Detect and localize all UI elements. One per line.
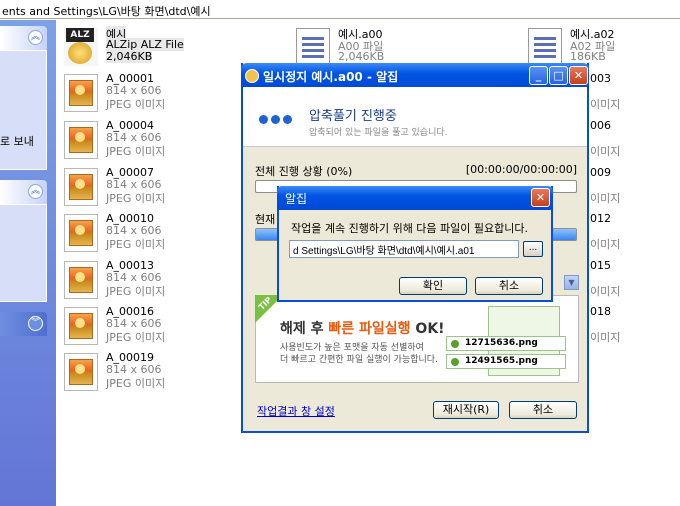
restart-button[interactable]: 재시작(R) — [433, 401, 499, 419]
file-type: JPEG 이미지 — [106, 192, 166, 205]
file-size: 2,046KB — [106, 50, 153, 63]
task-pane-header-3[interactable]: ︾ — [0, 312, 47, 336]
file-name-partial: 006 — [590, 119, 611, 132]
minimize-button[interactable]: _ — [529, 66, 548, 85]
alzip-icon: ALZ — [64, 28, 98, 66]
document-icon — [296, 28, 330, 66]
jpeg-icon — [64, 168, 98, 206]
file-type: JPEG 이미지 — [106, 145, 166, 158]
jpeg-icon — [64, 121, 98, 159]
send-to-text[interactable]: 로 보내 — [0, 133, 34, 149]
subdialog-titlebar[interactable]: 알집 ✕ — [277, 186, 553, 210]
dialog-titlebar[interactable]: 일시정지 예시.a00 - 알집 _ □ ✕ — [241, 63, 589, 89]
file-type: JPEG 이미지 — [106, 331, 166, 344]
file-size: 186KB — [570, 50, 606, 63]
progress-dots-icon — [259, 114, 295, 127]
dropdown-arrow-icon[interactable]: ▼ — [564, 275, 579, 290]
file-item[interactable]: ALZ 예시 ALZip ALZ File 2,046KB — [64, 26, 244, 72]
file-name-partial: 018 — [590, 305, 611, 318]
jpeg-icon — [64, 74, 98, 112]
task-pane-header-2[interactable]: ︽ — [0, 180, 47, 204]
tip-title: 해제 후 빠른 파일실행 OK! — [280, 321, 445, 337]
tip-file-2: 12491565.png — [446, 354, 566, 369]
subdialog-title: 알집 — [285, 192, 308, 206]
close-button[interactable]: ✕ — [569, 66, 588, 85]
jpeg-icon — [64, 261, 98, 299]
file-type-partial: 이미지 — [590, 192, 621, 205]
overall-progress-label: 전체 진행 상황 (0%) — [255, 165, 353, 178]
cancel-button[interactable]: 취소 — [509, 401, 577, 419]
elapsed-time: [00:00:00/00:00:00] — [465, 163, 577, 176]
browse-button[interactable]: ... — [523, 241, 543, 257]
file-item[interactable]: A_00001 814 x 606 JPEG 이미지 — [64, 72, 244, 118]
tip-line-2: 더 빠르고 간편한 파일 실행이 가능합니다. — [280, 355, 438, 365]
chevron-down-icon[interactable]: ︾ — [28, 316, 43, 331]
file-type: JPEG 이미지 — [106, 377, 166, 390]
file-name-partial: 003 — [590, 72, 611, 85]
alzip-app-icon — [245, 69, 259, 83]
file-type-partial: 이미지 — [590, 285, 621, 298]
file-type-partial: 이미지 — [590, 238, 621, 251]
task-pane-header-1[interactable]: ︽ — [0, 26, 47, 50]
dialog-header-subtitle: 압축되어 있는 파일을 풀고 있습니다. — [309, 128, 448, 138]
file-required-dialog: 알집 ✕ 작업을 계속 진행하기 위해 다음 파일이 필요합니다. ... 확인… — [277, 186, 553, 302]
file-type: JPEG 이미지 — [106, 98, 166, 111]
result-window-settings-link[interactable]: 작업결과 창 설정 — [257, 403, 335, 419]
chevron-up-icon[interactable]: ︽ — [28, 30, 43, 45]
subdialog-cancel-button[interactable]: 취소 — [475, 277, 543, 295]
subdialog-message: 작업을 계속 진행하기 위해 다음 파일이 필요합니다. — [291, 222, 528, 235]
file-item[interactable]: A_00016 814 x 606 JPEG 이미지 — [64, 305, 244, 351]
file-name-partial: 009 — [590, 166, 611, 179]
file-type-partial: 이미지 — [590, 331, 621, 344]
tip-banner[interactable]: TIP 해제 후 빠른 파일실행 OK! 사용빈도가 높은 포맷을 자동 선별하… — [255, 295, 579, 383]
file-type-partial: 이미지 — [590, 98, 621, 111]
file-name-partial: 012 — [590, 212, 611, 225]
jpeg-icon — [64, 307, 98, 345]
jpeg-icon — [64, 214, 98, 252]
document-icon — [528, 28, 562, 66]
file-item[interactable]: A_00010 814 x 606 JPEG 이미지 — [64, 212, 244, 258]
task-pane-body-1: 로 보내 — [0, 50, 47, 170]
dialog-title: 일시정지 예시.a00 - 알집 — [263, 70, 399, 84]
tip-file-1: 12715636.png — [446, 336, 566, 351]
file-item[interactable]: A_00019 814 x 606 JPEG 이미지 — [64, 351, 244, 397]
file-type-partial: 이미지 — [590, 145, 621, 158]
required-file-path-input[interactable] — [289, 240, 519, 258]
subdialog-close-button[interactable]: ✕ — [531, 188, 550, 207]
dialog-header: 압축풀기 진행중 압축되어 있는 파일을 풀고 있습니다. — [243, 87, 587, 147]
jpeg-icon — [64, 353, 98, 391]
task-pane-body-2 — [0, 204, 47, 302]
dialog-header-title: 압축풀기 진행중 — [309, 109, 397, 124]
chevron-up-icon[interactable]: ︽ — [28, 184, 43, 199]
address-bar[interactable]: ents and Settings\LG\바탕 화면\dtd\예시 — [0, 0, 680, 19]
file-item[interactable]: A_00013 814 x 606 JPEG 이미지 — [64, 259, 244, 305]
file-name-partial: 015 — [590, 259, 611, 272]
task-pane: ︽ 로 보내 ︽ ︾ — [0, 20, 56, 506]
current-progress-label: 현재 — [255, 213, 276, 226]
file-type: JPEG 이미지 — [106, 238, 166, 251]
file-item[interactable]: A_00007 814 x 606 JPEG 이미지 — [64, 166, 244, 212]
file-type: JPEG 이미지 — [106, 285, 166, 298]
file-item[interactable]: A_00004 814 x 606 JPEG 이미지 — [64, 119, 244, 165]
maximize-button[interactable]: □ — [549, 66, 568, 85]
ok-button[interactable]: 확인 — [399, 277, 467, 295]
file-size: 2,046KB — [338, 50, 385, 63]
